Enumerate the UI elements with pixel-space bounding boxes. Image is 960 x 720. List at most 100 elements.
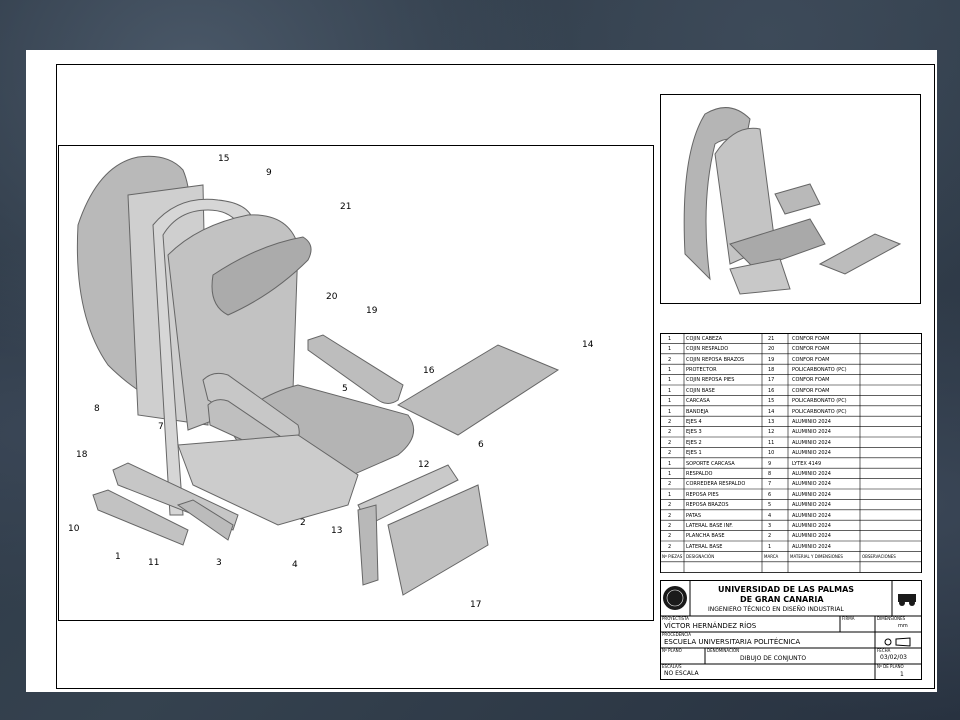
school: ESCUELA UNIVERSITARIA POLITÉCNICA [664,638,801,646]
balloon-18: 18 [76,450,88,460]
sheet-label: Nº DE PLANO [877,664,904,669]
scale: NO ESCALA [664,670,699,677]
table-cell-qty: 2 [668,512,672,519]
balloon-8: 8 [94,404,100,414]
table-cell-qty: 2 [668,522,672,529]
balloon-11: 11 [148,558,160,568]
table-cell-mark: 9 [768,460,772,467]
table-cell-name: CARCASA [686,398,710,405]
university-line2: DE GRAN CANARIA [740,595,824,604]
table-cell-mark: 15 [768,398,775,405]
signature-label: FIRMA [842,616,855,621]
table-cell-name: PROTECTOR [686,366,717,373]
sheet-number: 1 [900,671,904,678]
school-label: PROCEDENCIA [662,632,691,637]
table-header: Nº PIEZAS [662,553,683,559]
table-cell-name: COJIN REPOSA BRAZOS [686,356,745,363]
table-cell-qty: 2 [668,356,672,363]
balloon-19: 19 [366,306,378,316]
table-cell-qty: 1 [668,408,672,415]
date-label: FECHA [877,648,891,653]
table-cell-material: ALUMINIO 2024 [792,512,831,519]
dimensions-label: DIMENSIONES [877,616,906,621]
table-cell-material: ALUMINIO 2024 [792,450,831,457]
table-cell-material: CONFOR FOAM [792,377,830,384]
table-cell-material: ALUMINIO 2024 [792,429,831,436]
table-cell-name: COJIN CABEZA [686,335,723,342]
table-cell-name: BANDEJA [686,408,709,415]
table-cell-mark: 10 [768,450,775,457]
author: VÍCTOR HERNÁNDEZ RÍOS [664,622,757,630]
table-cell-material: POLICARBONATO (PC) [792,398,847,405]
table-cell-mark: 5 [768,502,772,509]
table-cell-name: COJIN REPOSA PIES [686,377,735,384]
table-cell-name: LATERAL BASE INF. [686,522,733,529]
table-cell-mark: 4 [768,512,772,519]
table-cell-mark: 3 [768,522,772,529]
balloon-16: 16 [423,366,435,376]
table-cell-mark: 21 [768,335,775,342]
table-cell-qty: 1 [668,491,672,498]
table-cell-name: CORREDERA RESPALDO [686,481,746,488]
table-cell-name: PATAS [686,512,701,519]
table-cell-material: CONFOR FOAM [792,387,830,394]
iso-preview [660,94,921,304]
balloon-14: 14 [582,340,594,350]
balloon-15: 15 [218,154,230,164]
table-cell-name: RESPALDO [686,470,713,477]
table-cell-qty: 1 [668,377,672,384]
balloon-6: 6 [478,440,484,450]
parts-table-text: 1 COJIN CABEZA 21 CONFOR FOAM 1 COJIN RESPALD… [660,333,922,573]
table-cell-qty: 1 [668,335,672,342]
table-header: OBSERVACIONES [862,553,896,559]
table-cell-material: LYTEX 4149 [792,460,822,467]
table-cell-name: REPOSA PIES [686,491,719,498]
plano-label: Nº PLANO [662,648,682,653]
table-cell-mark: 1 [768,543,772,550]
table-cell-mark: 7 [768,481,772,488]
balloon-5: 5 [342,384,348,394]
table-cell-material: ALUMINIO 2024 [792,491,831,498]
balloon-2: 2 [300,518,306,528]
table-cell-material: POLICARBONATO (PC) [792,366,847,373]
table-cell-qty: 2 [668,533,672,540]
table-header: MATERIAL Y DIMENSIONES [790,553,843,559]
scale-label: ESCALA/S [662,664,682,669]
table-cell-qty: 2 [668,502,672,509]
table-cell-name: LATERAL BASE [686,543,723,550]
balloon-1: 1 [115,552,121,562]
table-cell-material: ALUMINIO 2024 [792,470,831,477]
balloon-7: 7 [158,422,164,432]
balloon-9: 9 [266,168,272,178]
table-cell-qty: 2 [668,439,672,446]
table-cell-name: EJES 3 [686,429,702,436]
balloon-17: 17 [470,600,482,610]
table-cell-name: EJES 4 [686,418,702,425]
university-line1: UNIVERSIDAD DE LAS PALMAS [718,585,855,594]
balloon-3: 3 [216,558,222,568]
table-cell-mark: 8 [768,470,772,477]
table-cell-qty: 1 [668,366,672,373]
table-cell-mark: 14 [768,408,775,415]
table-cell-mark: 11 [768,439,775,446]
table-cell-qty: 2 [668,450,672,457]
balloon-12: 12 [418,460,430,470]
table-cell-mark: 18 [768,366,775,373]
balloon-21: 21 [340,202,352,212]
balloon-13: 13 [331,526,343,536]
table-cell-name: EJES 2 [686,439,702,446]
table-cell-qty: 2 [668,418,672,425]
table-cell-mark: 13 [768,418,775,425]
table-cell-qty: 2 [668,543,672,550]
table-cell-material: POLICARBONATO (PC) [792,408,847,415]
table-cell-mark: 6 [768,491,772,498]
table-cell-material: ALUMINIO 2024 [792,533,831,540]
table-cell-qty: 1 [668,346,672,353]
balloon-4: 4 [292,560,298,570]
table-cell-material: ALUMINIO 2024 [792,418,831,425]
table-cell-name: EJES 1 [686,450,702,457]
table-cell-name: SOPORTE CARCASA [686,460,735,467]
table-cell-qty: 1 [668,398,672,405]
table-cell-material: CONFOR FOAM [792,335,830,342]
table-cell-qty: 1 [668,460,672,467]
